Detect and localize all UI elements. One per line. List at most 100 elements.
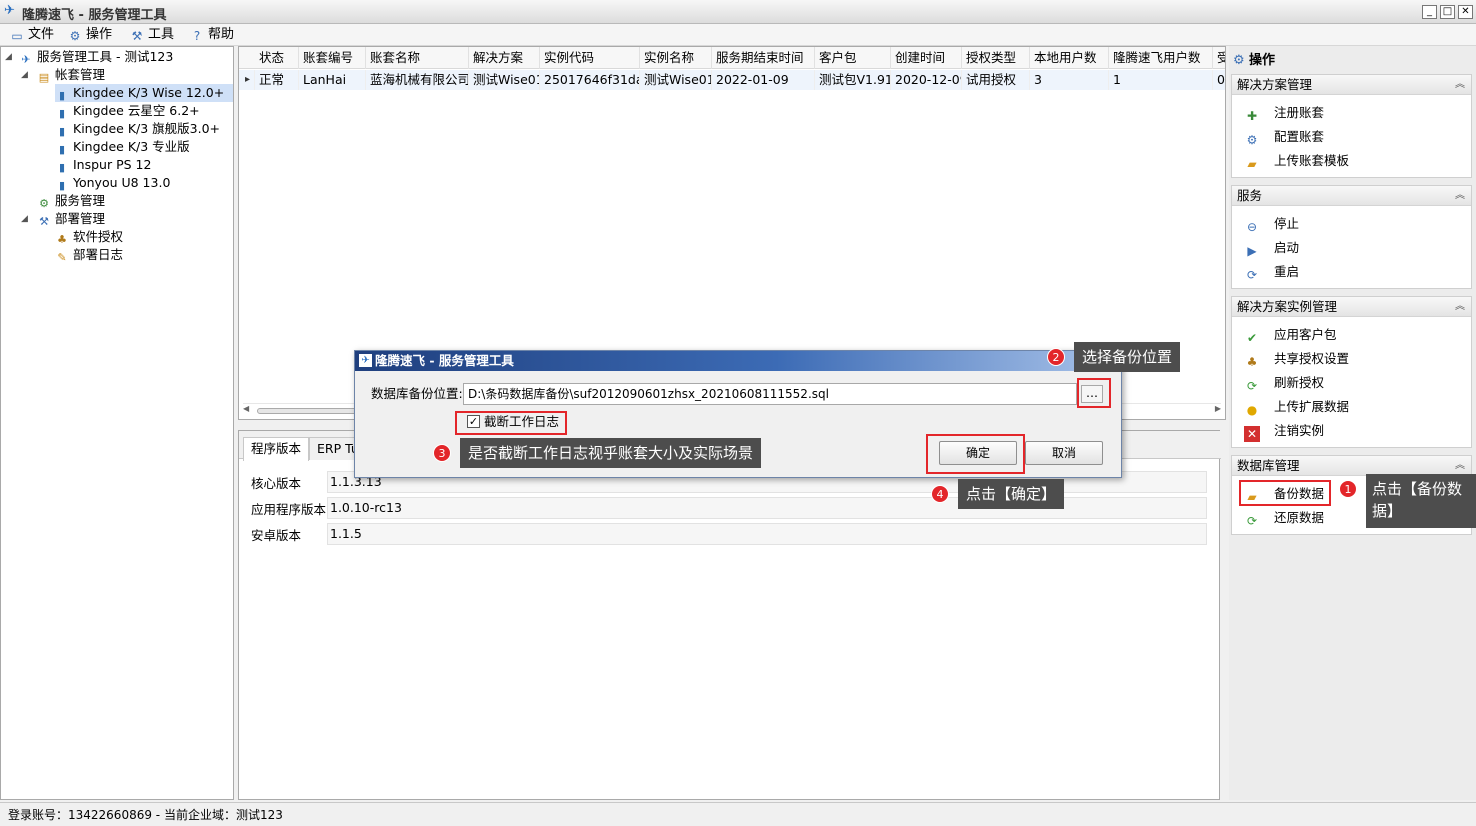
column-header[interactable]: 实例名称 bbox=[640, 47, 712, 69]
table-cell[interactable]: 1 bbox=[1109, 70, 1213, 90]
upload-extension-button[interactable]: ● 上传扩展数据 bbox=[1244, 397, 1349, 417]
account-book-icon: ▮ bbox=[58, 143, 66, 156]
close-button[interactable]: ✕ bbox=[1458, 5, 1473, 19]
collapse-up-icon[interactable]: ︽ bbox=[1455, 75, 1465, 95]
restore-data-button[interactable]: ⟳ 还原数据 bbox=[1244, 508, 1324, 528]
step-badge: 4 bbox=[931, 485, 949, 503]
menu-help[interactable]: ? 帮助 bbox=[190, 26, 234, 44]
account-book-icon: ▮ bbox=[58, 179, 66, 192]
table-cell[interactable]: LanHai bbox=[299, 70, 366, 90]
tree-account-item[interactable]: ▮ Yonyou U8 13.0 bbox=[55, 174, 170, 192]
service-gear-icon: ⚙ bbox=[39, 197, 49, 210]
panel-title: ⚙ 操作 bbox=[1233, 50, 1275, 72]
table-cell[interactable]: 正常 bbox=[255, 70, 299, 90]
step-badge: 3 bbox=[433, 444, 451, 462]
refresh-license-button[interactable]: ⟳ 刷新授权 bbox=[1244, 373, 1324, 393]
operate-icon: ⚙ bbox=[69, 29, 81, 43]
tree-deploy-log[interactable]: ✎ 部署日志 bbox=[55, 246, 123, 264]
tree-account-item[interactable]: ▮ Kingdee K/3 Wise 12.0+ bbox=[55, 84, 233, 102]
restart-service-button[interactable]: ⟳ 重启 bbox=[1244, 262, 1299, 282]
collapse-up-icon[interactable]: ︽ bbox=[1455, 186, 1465, 206]
column-header[interactable]: 服务期结束时间 bbox=[712, 47, 815, 69]
start-service-button[interactable]: ▶ 启动 bbox=[1244, 238, 1299, 258]
column-header[interactable]: 创建时间 bbox=[891, 47, 962, 69]
configure-account-button[interactable]: ⚙ 配置账套 bbox=[1244, 127, 1324, 147]
tree-root[interactable]: ✈ 服务管理工具 - 测试123 bbox=[19, 48, 173, 66]
bulb-icon: ● bbox=[1246, 403, 1258, 417]
column-header[interactable]: 客户包 bbox=[815, 47, 891, 69]
column-header[interactable]: 解决方案 bbox=[469, 47, 540, 69]
tree-account-item[interactable]: ▮ Kingdee 云星空 6.2+ bbox=[55, 102, 200, 120]
stop-service-button[interactable]: ⊖ 停止 bbox=[1244, 214, 1299, 234]
maximize-button[interactable]: □ bbox=[1440, 5, 1455, 19]
table-cell[interactable]: 3 bbox=[1030, 70, 1109, 90]
group-header[interactable]: 数据库管理 ︽ bbox=[1232, 456, 1471, 476]
column-header[interactable]: 本地用户数 bbox=[1030, 47, 1109, 69]
column-header[interactable]: 实例代码 bbox=[540, 47, 640, 69]
table-cell[interactable]: 测试Wise01 bbox=[469, 70, 540, 90]
account-book-icon: ▮ bbox=[58, 89, 66, 102]
tree-software-license[interactable]: ♣ 软件授权 bbox=[55, 228, 123, 246]
restore-icon: ⟳ bbox=[1246, 514, 1258, 528]
collapse-up-icon[interactable]: ︽ bbox=[1455, 456, 1465, 476]
table-cell[interactable]: 试用授权 bbox=[962, 70, 1030, 90]
app-window: ✈ 隆腾速飞 - 服务管理工具 _ □ ✕ ▭ 文件 ⚙ 操作 ⚒ 工具 ? 帮助 ◢ … bbox=[0, 0, 1476, 826]
table-cell[interactable]: 25017646f31dad bbox=[540, 70, 640, 90]
upload-folder-icon: ▰ bbox=[1247, 157, 1257, 171]
window-title: 隆腾速飞 - 服务管理工具 bbox=[22, 8, 167, 23]
table-cell[interactable]: 测试Wise01 bbox=[640, 70, 712, 90]
column-header[interactable]: 隆腾速飞用户数 bbox=[1109, 47, 1213, 69]
group-header[interactable]: 解决方案实例管理 ︽ bbox=[1232, 297, 1471, 317]
tools-icon: ⚒ bbox=[131, 29, 143, 43]
cancel-instance-button[interactable]: ✕ 注销实例 bbox=[1244, 421, 1324, 442]
collapse-arrow-icon[interactable]: ◢ bbox=[5, 48, 15, 66]
account-book-icon: ▮ bbox=[58, 161, 66, 174]
step-badge: 2 bbox=[1047, 348, 1065, 366]
column-header[interactable]: 授权类型 bbox=[962, 47, 1030, 69]
tree-account-item[interactable]: ▮ Kingdee K/3 专业版 bbox=[55, 138, 190, 156]
register-account-button[interactable]: ✚ 注册账套 bbox=[1244, 103, 1324, 123]
collapse-up-icon[interactable]: ︽ bbox=[1455, 297, 1465, 317]
account-book-icon: ▮ bbox=[58, 125, 66, 138]
collapse-arrow-icon[interactable]: ◢ bbox=[21, 210, 31, 228]
grid-header: 状态 账套编号 账套名称 解决方案 实例代码 实例名称 服务期结束时间 客户包 … bbox=[239, 47, 1225, 69]
menu-file[interactable]: ▭ 文件 bbox=[10, 26, 54, 44]
column-header[interactable]: 账套名称 bbox=[366, 47, 469, 69]
group-header[interactable]: 解决方案管理 ︽ bbox=[1232, 75, 1471, 95]
menu-tools[interactable]: ⚒ 工具 bbox=[130, 26, 174, 44]
menu-operate[interactable]: ⚙ 操作 bbox=[68, 26, 112, 44]
collapse-arrow-icon[interactable]: ◢ bbox=[21, 66, 31, 84]
table-cell[interactable]: 蓝海机械有限公司 bbox=[366, 70, 469, 90]
tree-account-mgmt[interactable]: ▤ 帐套管理 bbox=[37, 66, 105, 84]
tree-account-item[interactable]: ▮ Inspur PS 12 bbox=[55, 156, 151, 174]
scroll-right-icon[interactable]: ▶ bbox=[1215, 404, 1221, 413]
tree-deploy-mgmt[interactable]: ⚒ 部署管理 bbox=[37, 210, 105, 228]
field-label: 安卓版本 bbox=[251, 528, 302, 543]
configure-icon: ⚙ bbox=[1246, 133, 1258, 147]
backup-path-input[interactable]: D:\条码数据库备份\suf2012090601zhsx_20210608111… bbox=[463, 383, 1077, 405]
action-panel: ⚙ 操作 解决方案管理 ︽ ✚ 注册账套 ⚙ 配置账套 ▰ 上传账套模板 服务 ︽ ⊖ 停止 … bbox=[1229, 46, 1476, 800]
database-icon: ▤ bbox=[38, 71, 50, 84]
apply-client-pack-button[interactable]: ✔ 应用客户包 bbox=[1244, 325, 1337, 345]
tree-account-item[interactable]: ▮ Kingdee K/3 旗舰版3.0+ bbox=[55, 120, 220, 138]
table-cell[interactable]: 2020-12-09 bbox=[891, 70, 962, 90]
highlight-ok bbox=[926, 434, 1025, 474]
tab-program-version[interactable]: 程序版本 bbox=[243, 437, 310, 461]
scroll-left-icon[interactable]: ◀ bbox=[243, 404, 249, 413]
minimize-button[interactable]: _ bbox=[1422, 5, 1437, 19]
table-cell[interactable]: 测试包V1.91 bbox=[815, 70, 891, 90]
highlight-truncate bbox=[455, 411, 567, 435]
column-header[interactable]: 状态 bbox=[255, 47, 299, 69]
table-cell[interactable]: 2022-01-09 bbox=[712, 70, 815, 90]
column-header[interactable]: 受 bbox=[1213, 47, 1225, 69]
field-label: 应用程序版本 bbox=[251, 502, 327, 517]
share-license-button[interactable]: ♣ 共享授权设置 bbox=[1244, 349, 1349, 369]
upload-template-button[interactable]: ▰ 上传账套模板 bbox=[1244, 151, 1349, 171]
cancel-button[interactable]: 取消 bbox=[1025, 441, 1103, 465]
table-cell[interactable]: 0 bbox=[1213, 70, 1225, 90]
column-header[interactable]: 账套编号 bbox=[299, 47, 366, 69]
tree-service-mgmt[interactable]: ⚙ 服务管理 bbox=[37, 192, 105, 210]
app-logo-icon: ✈ bbox=[4, 3, 15, 18]
share-license-icon: ♣ bbox=[1246, 355, 1258, 369]
group-header[interactable]: 服务 ︽ bbox=[1232, 186, 1471, 206]
